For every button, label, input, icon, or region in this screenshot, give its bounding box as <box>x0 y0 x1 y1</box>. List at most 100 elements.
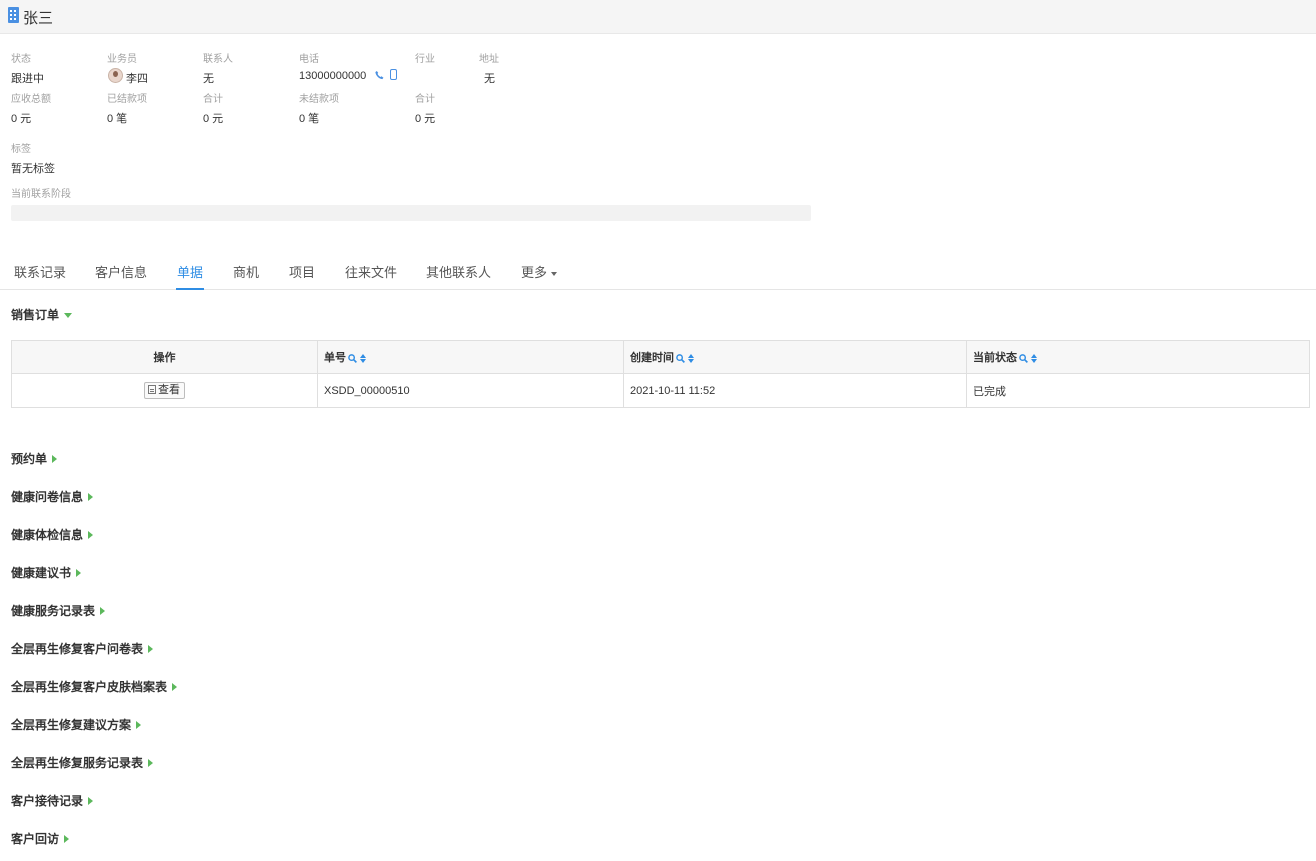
avatar <box>108 68 123 83</box>
phone-value: 13000000000 <box>299 70 367 82</box>
table-row: 查看 XSDD_00000510 2021-10-11 11:52 已完成 <box>11 373 1310 408</box>
column-header-label: 单号 <box>324 352 346 364</box>
caret-right-icon <box>76 569 82 577</box>
caret-right-icon <box>136 721 142 729</box>
section-title: 客户接待记录 <box>11 794 84 808</box>
tags-value: 暂无标签 <box>11 163 55 175</box>
column-header-number: 单号 <box>317 340 624 374</box>
document-icon <box>148 385 156 394</box>
address-label: 地址 <box>479 54 499 65</box>
stage-label: 当前联系阶段 <box>11 189 71 200</box>
tab-contact-records[interactable]: 联系记录 <box>14 262 66 281</box>
table-header-row: 操作 单号 创建时间 当前状态 <box>11 340 1310 374</box>
status-cell: 已完成 <box>966 373 1310 408</box>
section-health-checkup[interactable]: 健康体检信息 <box>11 526 94 543</box>
tab-files[interactable]: 往来文件 <box>345 262 397 281</box>
section-title: 全层再生修复客户问卷表 <box>11 642 144 656</box>
column-header-label: 创建时间 <box>630 352 674 364</box>
active-tab-indicator <box>176 288 204 290</box>
contact-label: 联系人 <box>203 54 233 65</box>
settled-items-value: 0 笔 <box>107 113 128 125</box>
unsettled-items-value: 0 笔 <box>299 113 320 125</box>
tab-opportunities[interactable]: 商机 <box>233 262 259 281</box>
search-icon[interactable] <box>348 353 357 363</box>
order-number-cell: XSDD_00000510 <box>317 373 624 408</box>
caret-down-icon <box>64 313 73 318</box>
tab-bar: 联系记录 客户信息 单据 商机 项目 往来文件 其他联系人 更多 <box>0 250 1316 290</box>
settled-items-label: 已结款项 <box>107 94 147 105</box>
caret-right-icon <box>148 759 154 767</box>
receivable-total-value: 0 元 <box>11 113 32 125</box>
caret-right-icon <box>172 683 178 691</box>
caret-right-icon <box>88 797 94 805</box>
column-header-status: 当前状态 <box>966 340 1310 374</box>
view-button[interactable]: 查看 <box>144 382 185 399</box>
salesperson-label: 业务员 <box>107 54 137 65</box>
caret-right-icon <box>100 607 106 615</box>
section-title: 全层再生修复建议方案 <box>11 718 132 732</box>
tab-projects[interactable]: 项目 <box>289 262 315 281</box>
caret-right-icon <box>88 493 94 501</box>
section-health-advice[interactable]: 健康建议书 <box>11 564 82 581</box>
section-title: 预约单 <box>11 452 48 466</box>
settled-sum-value: 0 元 <box>203 113 224 125</box>
caret-right-icon <box>64 835 70 843</box>
section-title: 健康建议书 <box>11 566 72 580</box>
search-icon[interactable] <box>1019 353 1028 363</box>
section-repair-questionnaire[interactable]: 全层再生修复客户问卷表 <box>11 640 154 657</box>
column-header-created: 创建时间 <box>623 340 967 374</box>
unsettled-sum-label: 合计 <box>415 94 435 105</box>
created-time-cell: 2021-10-11 11:52 <box>623 373 967 408</box>
section-title: 健康体检信息 <box>11 528 84 542</box>
stage-progress-bar <box>11 205 811 221</box>
tab-other-contacts[interactable]: 其他联系人 <box>426 262 491 281</box>
settled-sum-label: 合计 <box>203 94 223 105</box>
section-repair-skin-archive[interactable]: 全层再生修复客户皮肤档案表 <box>11 678 178 695</box>
sort-icon[interactable] <box>688 353 694 363</box>
section-sales-order[interactable]: 销售订单 <box>11 306 73 323</box>
status-label: 状态 <box>11 54 31 65</box>
chevron-down-icon <box>551 271 558 276</box>
section-repair-plan[interactable]: 全层再生修复建议方案 <box>11 716 142 733</box>
section-title: 全层再生修复服务记录表 <box>11 756 144 770</box>
section-repair-service-record[interactable]: 全层再生修复服务记录表 <box>11 754 154 771</box>
section-appointment[interactable]: 预约单 <box>11 450 58 467</box>
section-title: 销售订单 <box>11 308 60 322</box>
caret-right-icon <box>148 645 154 653</box>
column-header-label: 当前状态 <box>973 352 1017 364</box>
tab-documents[interactable]: 单据 <box>177 262 203 281</box>
section-title: 全层再生修复客户皮肤档案表 <box>11 680 168 694</box>
column-header-action: 操作 <box>11 340 318 374</box>
view-button-label: 查看 <box>158 384 180 396</box>
section-title: 客户回访 <box>11 832 60 846</box>
sort-icon[interactable] <box>360 353 366 363</box>
sales-order-table: 操作 单号 创建时间 当前状态 查看 XSDD_00000510 2021-10… <box>11 340 1310 408</box>
phone-icon[interactable] <box>375 70 384 80</box>
unsettled-sum-value: 0 元 <box>415 113 436 125</box>
tab-more-label: 更多 <box>521 265 548 280</box>
address-value: 无 <box>484 73 495 85</box>
contact-value: 无 <box>203 73 214 85</box>
action-cell: 查看 <box>11 373 318 408</box>
building-icon <box>8 7 19 23</box>
caret-right-icon <box>88 531 94 539</box>
search-icon[interactable] <box>676 353 685 363</box>
tab-customer-info[interactable]: 客户信息 <box>95 262 147 281</box>
sort-icon[interactable] <box>1031 353 1037 363</box>
section-health-service-record[interactable]: 健康服务记录表 <box>11 602 106 619</box>
phone-label: 电话 <box>299 54 319 65</box>
status-value: 跟进中 <box>11 73 44 85</box>
section-follow-up[interactable]: 客户回访 <box>11 830 70 847</box>
caret-right-icon <box>52 455 58 463</box>
tags-label: 标签 <box>11 144 31 155</box>
mobile-icon[interactable] <box>390 69 397 80</box>
section-title: 健康服务记录表 <box>11 604 96 618</box>
unsettled-items-label: 未结款项 <box>299 94 339 105</box>
industry-label: 行业 <box>415 54 435 65</box>
salesperson-value[interactable]: 李四 <box>126 70 148 86</box>
section-reception-record[interactable]: 客户接待记录 <box>11 792 94 809</box>
section-title: 健康问卷信息 <box>11 490 84 504</box>
tab-more[interactable]: 更多 <box>521 262 558 281</box>
section-health-questionnaire[interactable]: 健康问卷信息 <box>11 488 94 505</box>
receivable-total-label: 应收总额 <box>11 94 51 105</box>
